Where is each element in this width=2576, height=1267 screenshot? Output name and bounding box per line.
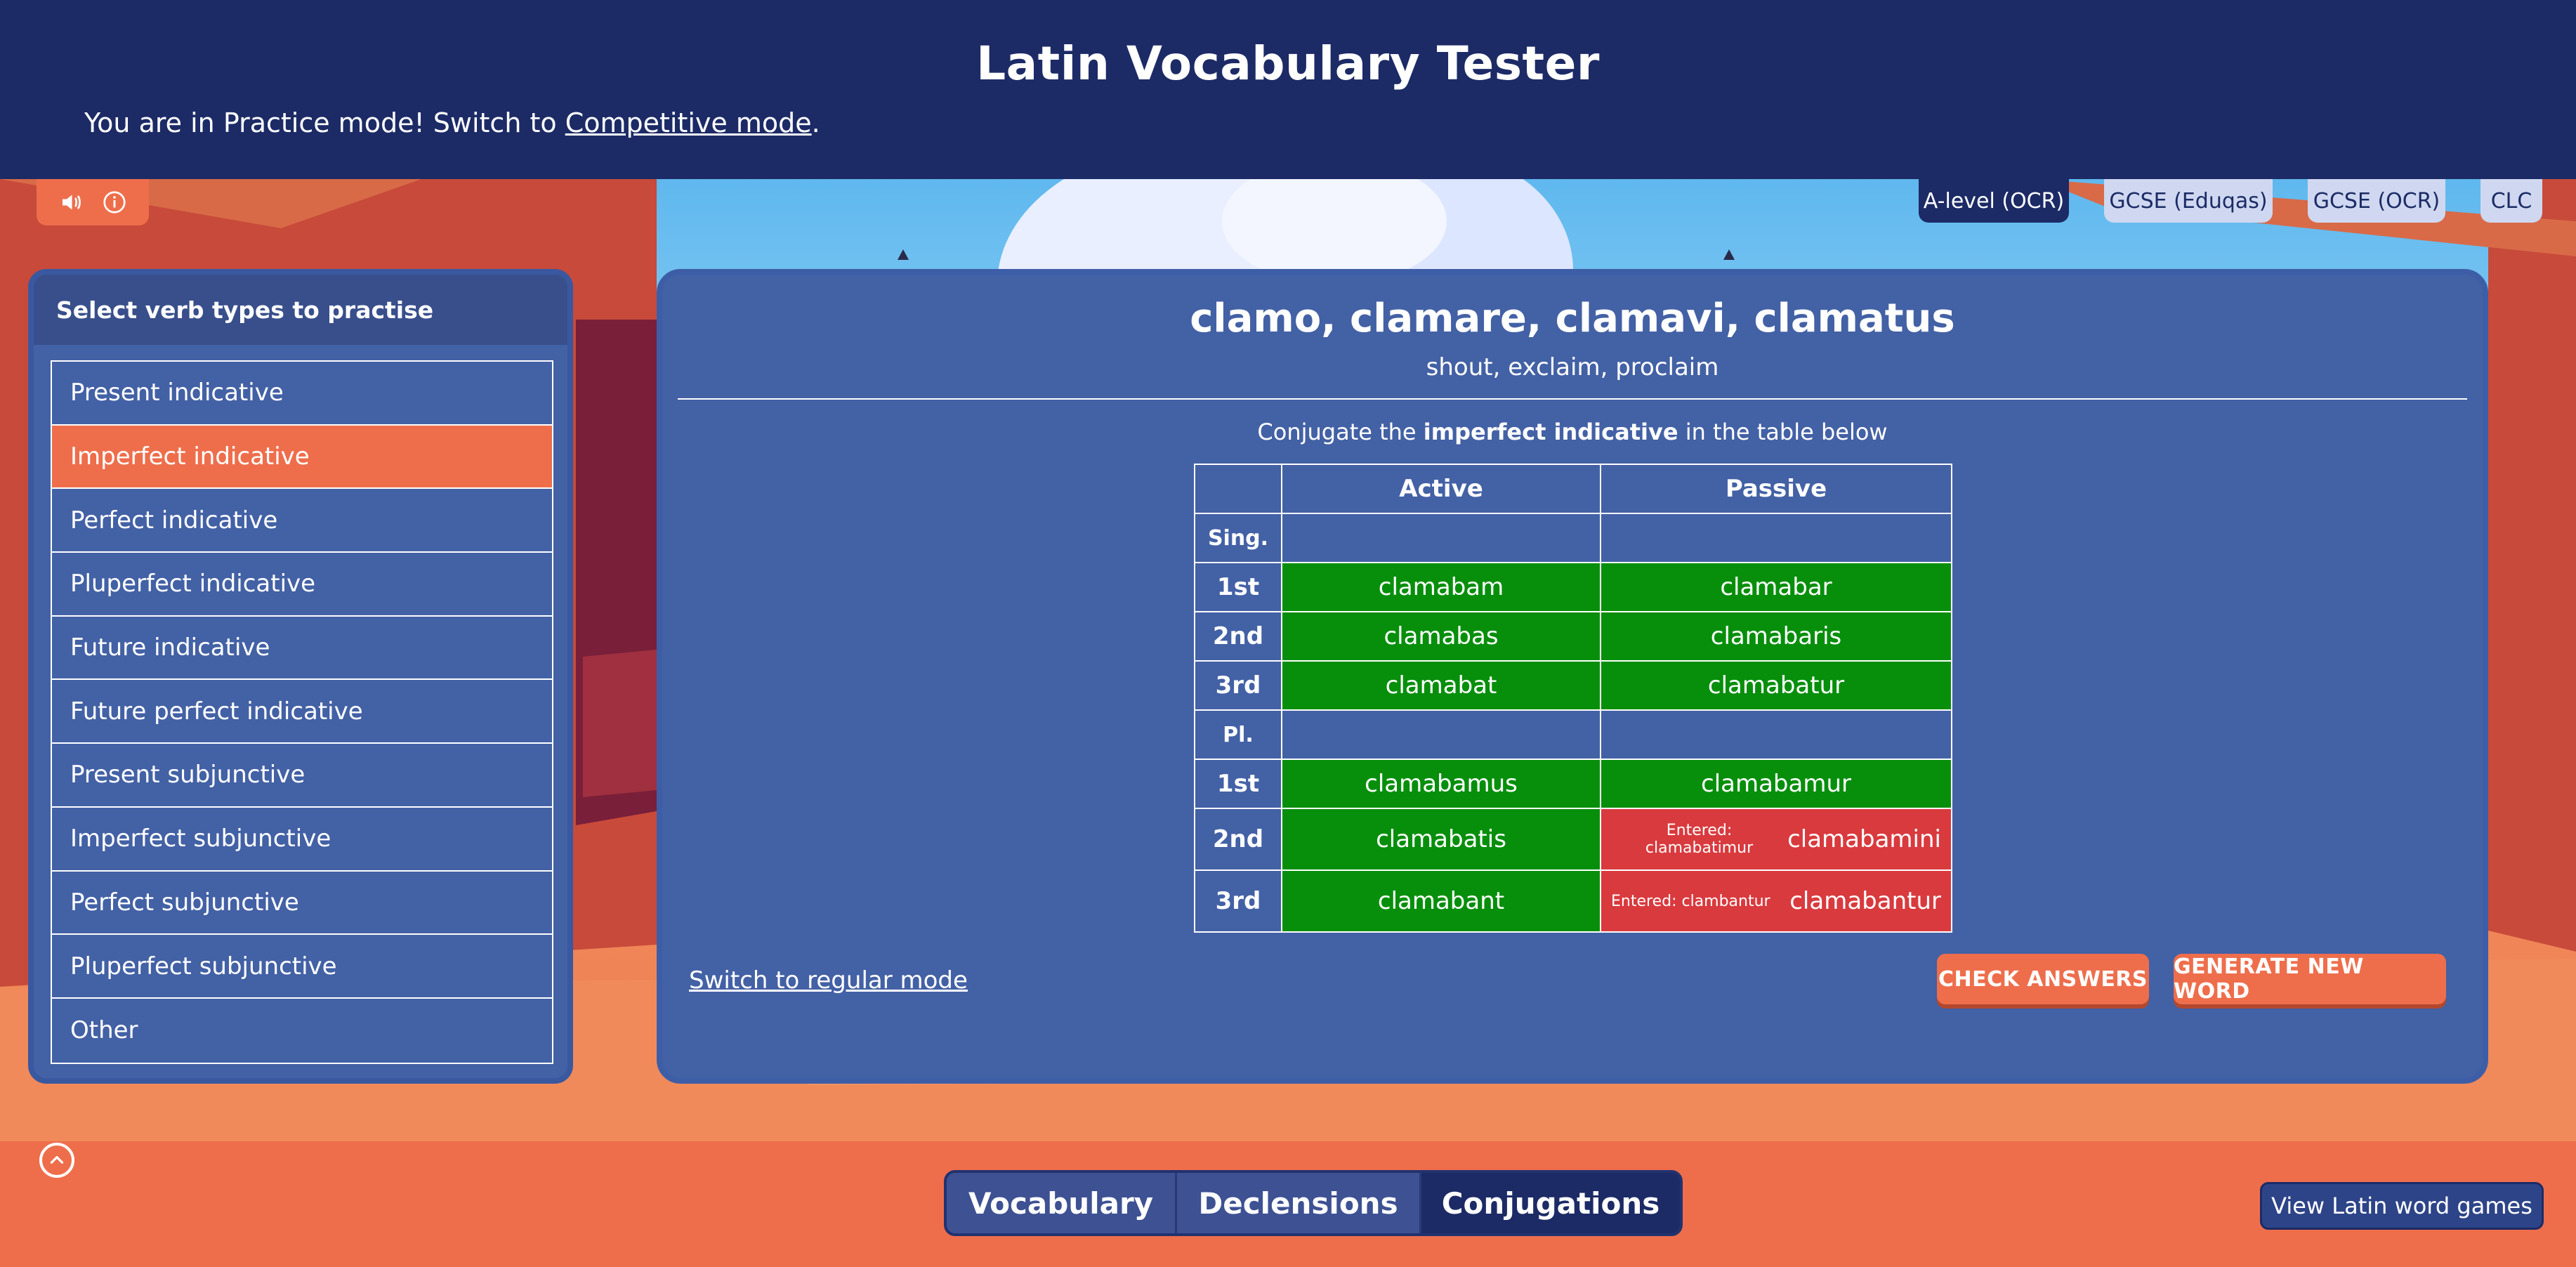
switch-to-regular-mode-link[interactable]: Switch to regular mode <box>689 966 968 994</box>
table-row: 1st clamabam clamabar <box>1194 562 1952 612</box>
answer-cell-correct[interactable]: clamabam <box>1281 562 1601 612</box>
answer-cell-correct[interactable]: clamabat <box>1281 660 1601 711</box>
table-row: 2nd clamabas clamabaris <box>1194 611 1952 662</box>
answer-cell-correct[interactable]: clamabatis <box>1281 808 1601 871</box>
app-title: Latin Vocabulary Tester <box>976 37 1600 91</box>
person-label: 3rd <box>1194 869 1282 933</box>
verb-type-present-subjunctive[interactable]: Present subjunctive <box>52 744 552 808</box>
verb-type-imperfect-subjunctive[interactable]: Imperfect subjunctive <box>52 808 552 872</box>
speaker-icon[interactable] <box>58 190 84 215</box>
mode-banner: You are in Practice mode! Switch to Comp… <box>84 107 820 138</box>
principal-parts: clamo, clamare, clamavi, clamatus <box>1190 296 1955 341</box>
verb-type-panel: Select verb types to practise Present in… <box>28 269 573 1084</box>
scroll-up-icon[interactable] <box>39 1143 74 1178</box>
empty-cell <box>1600 513 1952 563</box>
course-tab-a-level-ocr[interactable]: A-level (OCR) <box>1919 179 2069 223</box>
correct-answer: clamabamini <box>1787 825 1941 853</box>
divider <box>678 398 2467 400</box>
section-row-plural: Pl. <box>1194 709 1952 760</box>
word-meaning: shout, exclaim, proclaim <box>1426 353 1719 381</box>
verb-type-heading: Select verb types to practise <box>34 275 567 345</box>
instruction: Conjugate the imperfect indicative in th… <box>662 419 2483 445</box>
instruction-tense: imperfect indicative <box>1423 419 1678 445</box>
utility-tab <box>37 179 149 225</box>
conjugation-table: Active Passive Sing. 1st clamabam clamab… <box>1194 464 1952 933</box>
table-row: 3rd clamabant Entered: clambantur clamab… <box>1194 869 1952 933</box>
verb-type-pluperfect-subjunctive[interactable]: Pluperfect subjunctive <box>52 935 552 999</box>
table-row: 1st clamabamus clamabamur <box>1194 759 1952 809</box>
table-header-row: Active Passive <box>1194 464 1952 514</box>
verb-type-perfect-indicative[interactable]: Perfect indicative <box>52 489 552 553</box>
verb-type-future-indicative[interactable]: Future indicative <box>52 617 552 681</box>
generate-new-word-button[interactable]: GENERATE NEW WORD <box>2174 954 2446 1004</box>
section-label-singular: Sing. <box>1194 513 1282 563</box>
correct-answer: clamabantur <box>1789 887 1941 915</box>
entered-answer: Entered: clamabatimur <box>1645 822 1754 857</box>
entered-answer: Entered: clambantur <box>1611 892 1770 910</box>
answer-cell-correct[interactable]: clamabar <box>1600 562 1952 612</box>
person-label: 1st <box>1194 562 1282 612</box>
info-icon[interactable] <box>102 190 127 215</box>
check-answers-button[interactable]: CHECK ANSWERS <box>1937 954 2149 1004</box>
verb-type-perfect-subjunctive[interactable]: Perfect subjunctive <box>52 872 552 936</box>
answer-cell-correct[interactable]: clamabamur <box>1600 759 1952 809</box>
answer-cell-correct[interactable]: clamabatur <box>1600 660 1952 711</box>
answer-cell-correct[interactable]: clamabant <box>1281 869 1601 933</box>
section-row-singular: Sing. <box>1194 513 1952 563</box>
mode-suffix: . <box>811 107 820 138</box>
verb-type-imperfect-indicative[interactable]: Imperfect indicative <box>52 425 552 490</box>
corner-cell <box>1194 464 1282 514</box>
instruction-prefix: Conjugate the <box>1257 419 1424 445</box>
app-header: Latin Vocabulary Tester You are in Pract… <box>0 0 2576 179</box>
section-nav: Vocabulary Declensions Conjugations <box>944 1170 1683 1236</box>
verb-type-future-perfect-indicative[interactable]: Future perfect indicative <box>52 680 552 744</box>
table-row: 2nd clamabatis Entered: clamabatimur cla… <box>1194 808 1952 871</box>
nav-declensions[interactable]: Declensions <box>1177 1173 1421 1233</box>
verb-type-list: Present indicative Imperfect indicative … <box>51 360 553 1064</box>
view-latin-word-games-button[interactable]: View Latin word games <box>2260 1182 2544 1230</box>
competitive-mode-link[interactable]: Competitive mode <box>565 107 812 138</box>
nav-vocabulary[interactable]: Vocabulary <box>947 1173 1177 1233</box>
answer-cell-incorrect[interactable]: Entered: clamabatimur clamabamini <box>1600 808 1952 871</box>
mode-prefix: You are in Practice mode! Switch to <box>84 107 565 138</box>
verb-type-other[interactable]: Other <box>52 999 552 1063</box>
person-label: 1st <box>1194 759 1282 809</box>
section-label-plural: Pl. <box>1194 709 1282 760</box>
answer-cell-correct[interactable]: clamabamus <box>1281 759 1601 809</box>
answer-cell-correct[interactable]: clamabaris <box>1600 611 1952 662</box>
column-header-active: Active <box>1281 464 1601 514</box>
verb-type-present-indicative[interactable]: Present indicative <box>52 362 552 426</box>
empty-cell <box>1281 709 1601 760</box>
course-tab-gcse-eduqas[interactable]: GCSE (Eduqas) <box>2104 179 2273 223</box>
person-label: 3rd <box>1194 660 1282 711</box>
conjugation-panel: clamo, clamare, clamavi, clamatus shout,… <box>657 269 2488 1084</box>
empty-cell <box>1600 709 1952 760</box>
footer: Vocabulary Declensions Conjugations View… <box>0 1141 2576 1267</box>
person-label: 2nd <box>1194 611 1282 662</box>
verb-type-pluperfect-indicative[interactable]: Pluperfect indicative <box>52 553 552 617</box>
answer-cell-incorrect[interactable]: Entered: clambantur clamabantur <box>1600 869 1952 933</box>
person-label: 2nd <box>1194 808 1282 871</box>
empty-cell <box>1281 513 1601 563</box>
course-tab-gcse-ocr[interactable]: GCSE (OCR) <box>2308 179 2445 223</box>
course-tab-clc[interactable]: CLC <box>2480 179 2542 223</box>
table-row: 3rd clamabat clamabatur <box>1194 660 1952 711</box>
instruction-suffix: in the table below <box>1678 419 1888 445</box>
column-header-passive: Passive <box>1600 464 1952 514</box>
nav-conjugations[interactable]: Conjugations <box>1421 1173 1680 1233</box>
answer-cell-correct[interactable]: clamabas <box>1281 611 1601 662</box>
